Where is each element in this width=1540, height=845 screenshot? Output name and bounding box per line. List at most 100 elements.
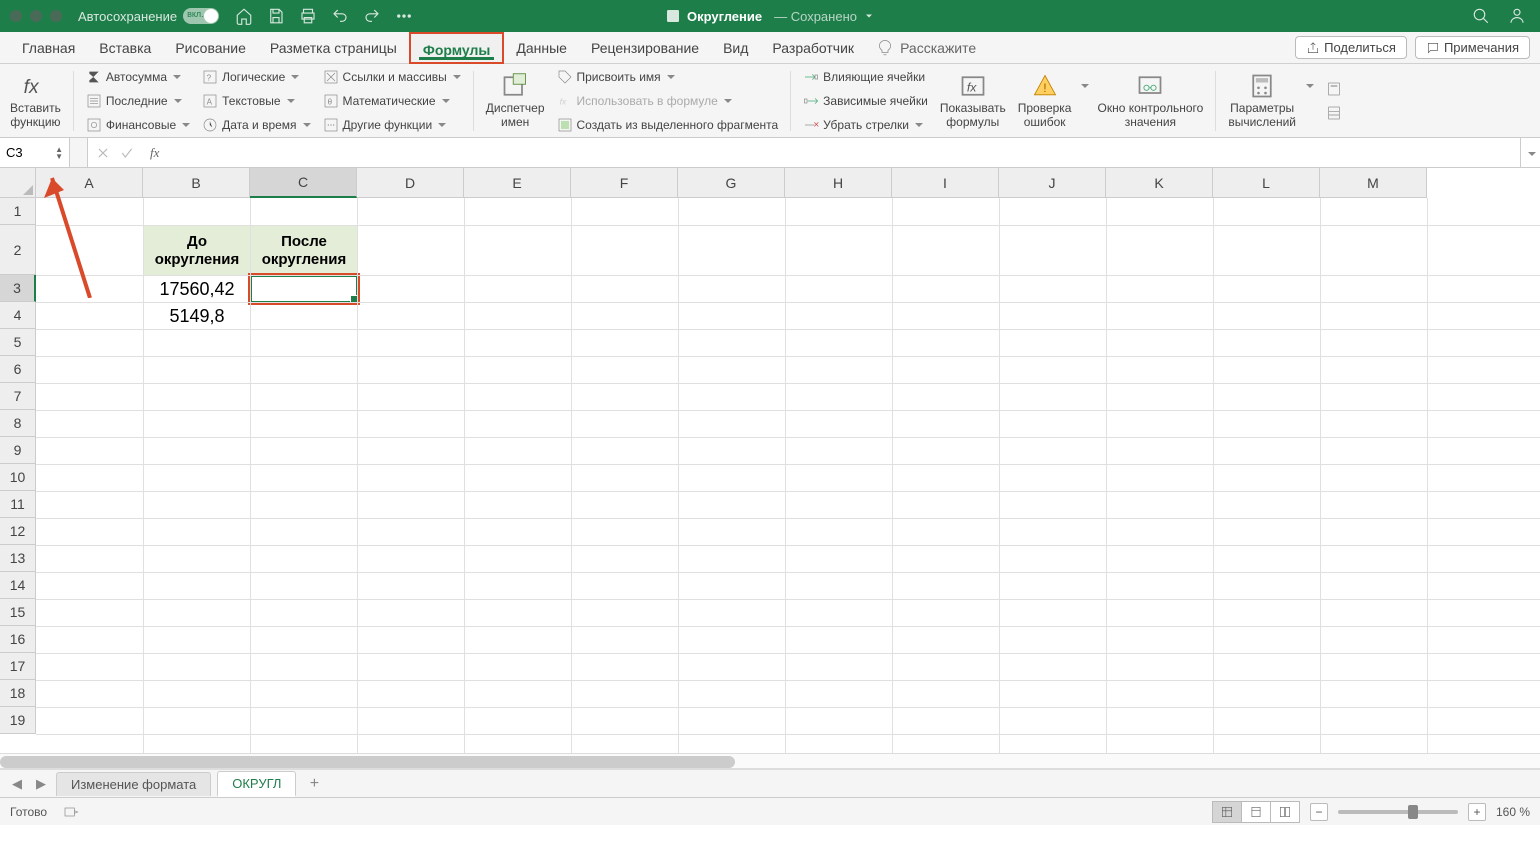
insert-function-button[interactable]: fx Вставить функцию bbox=[6, 70, 65, 132]
tab-data[interactable]: Данные bbox=[504, 32, 579, 64]
calc-options-dropdown[interactable] bbox=[1306, 78, 1314, 92]
define-name-button[interactable]: Присвоить имя bbox=[553, 66, 783, 88]
accessibility-icon[interactable] bbox=[61, 804, 81, 820]
row-header-15[interactable]: 15 bbox=[0, 599, 36, 626]
row-header-13[interactable]: 13 bbox=[0, 545, 36, 572]
watch-window-button[interactable]: Окно контрольного значения bbox=[1093, 70, 1207, 132]
col-header-L[interactable]: L bbox=[1213, 168, 1320, 198]
tab-developer[interactable]: Разработчик bbox=[760, 32, 866, 64]
zoom-thumb[interactable] bbox=[1408, 805, 1418, 819]
expand-formula-bar[interactable] bbox=[1520, 138, 1540, 167]
create-from-selection-button[interactable]: Создать из выделенного фрагмента bbox=[553, 114, 783, 136]
col-header-H[interactable]: H bbox=[785, 168, 892, 198]
sheet-tab-1[interactable]: Изменение формата bbox=[56, 772, 211, 796]
cell-c4[interactable] bbox=[250, 302, 358, 330]
name-box[interactable]: C3 ▲▼ bbox=[0, 138, 70, 167]
row-header-1[interactable]: 1 bbox=[0, 198, 36, 225]
logical-button[interactable]: ?Логические bbox=[198, 66, 314, 88]
chevron-down-icon[interactable] bbox=[863, 10, 875, 22]
autosave-toggle[interactable]: вкл. bbox=[183, 8, 219, 24]
view-page-break[interactable] bbox=[1270, 801, 1300, 823]
calc-now-button[interactable] bbox=[1322, 78, 1346, 100]
row-header-19[interactable]: 19 bbox=[0, 707, 36, 734]
cancel-icon[interactable] bbox=[96, 146, 110, 160]
formula-input[interactable] bbox=[167, 138, 1520, 167]
trace-precedents-button[interactable]: Влияющие ячейки bbox=[799, 66, 932, 88]
error-check-dropdown[interactable] bbox=[1081, 78, 1089, 92]
row-header-10[interactable]: 10 bbox=[0, 464, 36, 491]
comments-button[interactable]: Примечания bbox=[1415, 36, 1530, 59]
cell-b4[interactable]: 5149,8 bbox=[143, 302, 251, 330]
tab-home[interactable]: Главная bbox=[10, 32, 87, 64]
row-header-2[interactable]: 2 bbox=[0, 225, 36, 275]
tab-view[interactable]: Вид bbox=[711, 32, 760, 64]
hscroll-thumb[interactable] bbox=[0, 756, 735, 768]
col-header-C[interactable]: C bbox=[250, 168, 357, 198]
namebox-spinner[interactable]: ▲▼ bbox=[55, 146, 63, 160]
calc-options-button[interactable]: Параметры вычислений bbox=[1224, 70, 1300, 132]
col-header-B[interactable]: B bbox=[143, 168, 250, 198]
row-header-17[interactable]: 17 bbox=[0, 653, 36, 680]
zoom-slider[interactable] bbox=[1338, 810, 1458, 814]
col-header-G[interactable]: G bbox=[678, 168, 785, 198]
share-button[interactable]: Поделиться bbox=[1295, 36, 1407, 59]
search-icon[interactable] bbox=[1472, 7, 1490, 25]
lookup-button[interactable]: Ссылки и массивы bbox=[319, 66, 465, 88]
datetime-button[interactable]: Дата и время bbox=[198, 114, 314, 136]
remove-arrows-button[interactable]: Убрать стрелки bbox=[799, 114, 932, 136]
spreadsheet-grid[interactable]: ABCDEFGHIJKLM 12345678910111213141516171… bbox=[0, 168, 1540, 753]
save-icon[interactable] bbox=[267, 7, 285, 25]
horizontal-scrollbar[interactable] bbox=[0, 753, 1540, 769]
view-page-layout[interactable] bbox=[1241, 801, 1271, 823]
row-header-6[interactable]: 6 bbox=[0, 356, 36, 383]
row-header-18[interactable]: 18 bbox=[0, 680, 36, 707]
tab-review[interactable]: Рецензирование bbox=[579, 32, 711, 64]
zoom-value[interactable]: 160 % bbox=[1496, 805, 1530, 819]
select-all-button[interactable] bbox=[0, 168, 36, 198]
col-header-F[interactable]: F bbox=[571, 168, 678, 198]
row-header-14[interactable]: 14 bbox=[0, 572, 36, 599]
enter-icon[interactable] bbox=[120, 146, 134, 160]
show-formulas-button[interactable]: fx Показывать формулы bbox=[936, 70, 1010, 132]
trace-dependents-button[interactable]: Зависимые ячейки bbox=[799, 90, 932, 112]
text-button[interactable]: AТекстовые bbox=[198, 90, 314, 112]
minimize-window-icon[interactable] bbox=[30, 10, 42, 22]
tab-nav-prev[interactable]: ◀ bbox=[8, 775, 26, 793]
row-header-9[interactable]: 9 bbox=[0, 437, 36, 464]
col-header-D[interactable]: D bbox=[357, 168, 464, 198]
add-sheet-button[interactable]: + bbox=[302, 775, 326, 793]
sheet-tab-2[interactable]: ОКРУГЛ bbox=[217, 771, 296, 797]
row-header-11[interactable]: 11 bbox=[0, 491, 36, 518]
col-header-E[interactable]: E bbox=[464, 168, 571, 198]
header-after[interactable]: После округления bbox=[250, 225, 358, 276]
close-window-icon[interactable] bbox=[10, 10, 22, 22]
row-header-8[interactable]: 8 bbox=[0, 410, 36, 437]
tab-insert[interactable]: Вставка bbox=[87, 32, 163, 64]
error-checking-button[interactable]: ! Проверка ошибок bbox=[1014, 70, 1076, 132]
autosum-button[interactable]: Автосумма bbox=[82, 66, 194, 88]
more-icon[interactable] bbox=[395, 7, 413, 25]
row-header-16[interactable]: 16 bbox=[0, 626, 36, 653]
financial-button[interactable]: Финансовые bbox=[82, 114, 194, 136]
tab-nav-next[interactable]: ▶ bbox=[32, 775, 50, 793]
maximize-window-icon[interactable] bbox=[50, 10, 62, 22]
cell-b3[interactable]: 17560,42 bbox=[143, 275, 251, 303]
col-header-A[interactable]: A bbox=[36, 168, 143, 198]
col-header-J[interactable]: J bbox=[999, 168, 1106, 198]
zoom-out-button[interactable]: − bbox=[1310, 803, 1328, 821]
row-header-7[interactable]: 7 bbox=[0, 383, 36, 410]
more-functions-button[interactable]: Другие функции bbox=[319, 114, 465, 136]
row-header-4[interactable]: 4 bbox=[0, 302, 36, 329]
row-header-3[interactable]: 3 bbox=[0, 275, 36, 302]
col-header-I[interactable]: I bbox=[892, 168, 999, 198]
col-header-K[interactable]: K bbox=[1106, 168, 1213, 198]
undo-icon[interactable] bbox=[331, 7, 349, 25]
row-header-12[interactable]: 12 bbox=[0, 518, 36, 545]
row-header-5[interactable]: 5 bbox=[0, 329, 36, 356]
math-button[interactable]: θМатематические bbox=[319, 90, 465, 112]
tab-formulas[interactable]: Формулы bbox=[409, 32, 505, 64]
window-controls[interactable] bbox=[10, 10, 62, 22]
name-manager-button[interactable]: Диспетчер имен bbox=[482, 70, 549, 132]
home-icon[interactable] bbox=[235, 7, 253, 25]
header-before[interactable]: До округления bbox=[143, 225, 251, 276]
